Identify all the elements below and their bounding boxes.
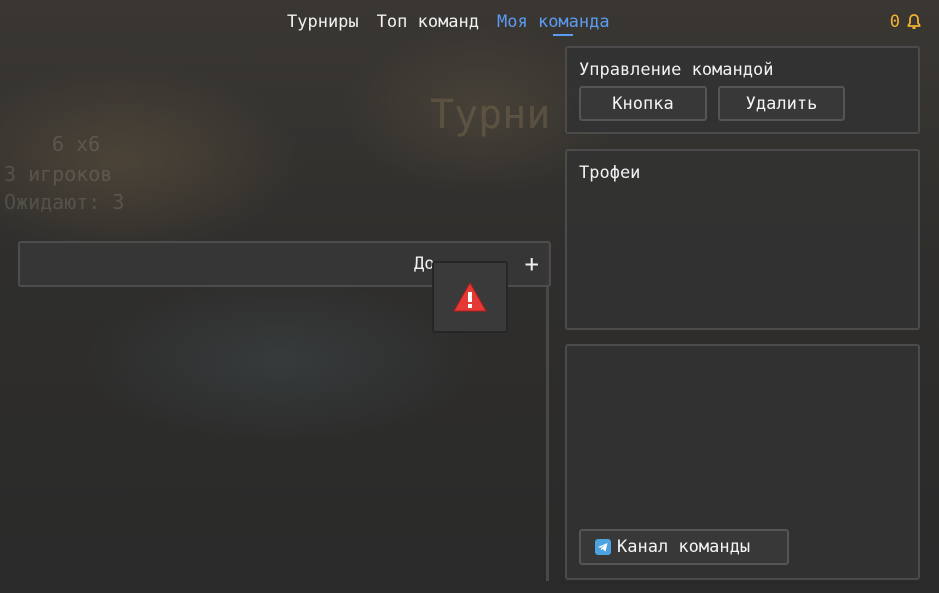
plus-icon[interactable]: +	[525, 249, 539, 279]
background-title: Турни	[430, 92, 551, 138]
nav-tabs: Турниры Топ команд Моя команда	[287, 10, 610, 36]
notifications-button[interactable]: 0	[890, 10, 921, 34]
warning-icon	[453, 282, 487, 312]
scrollbar-track[interactable]	[546, 241, 549, 581]
team-management-panel: Управление командой Кнопка Удалить	[565, 46, 920, 134]
delete-button[interactable]: Удалить	[718, 86, 845, 121]
tab-my-team[interactable]: Моя команда	[497, 10, 610, 36]
background-text-line1: 6 x6	[52, 132, 101, 156]
trophies-panel: Трофеи	[565, 149, 920, 330]
background-text-line3: Ожидают: 3	[4, 190, 125, 214]
trophies-title: Трофеи	[579, 163, 641, 183]
team-channel-label: Канал команды	[617, 537, 751, 557]
action-button[interactable]: Кнопка	[579, 86, 707, 121]
telegram-icon	[595, 539, 611, 555]
notification-count: 0	[889, 12, 900, 32]
team-management-title: Управление командой	[579, 60, 774, 80]
warning-tooltip	[432, 261, 508, 333]
bell-icon	[907, 14, 921, 29]
team-channel-panel: Канал команды	[565, 344, 920, 580]
team-channel-button[interactable]: Канал команды	[579, 529, 789, 565]
top-navigation: Турниры Топ команд Моя команда 0	[0, 10, 939, 36]
tab-tournaments[interactable]: Турниры	[287, 10, 359, 34]
tab-top-teams[interactable]: Топ команд	[377, 10, 479, 34]
background-text-line2: 3 игроков	[4, 162, 113, 186]
